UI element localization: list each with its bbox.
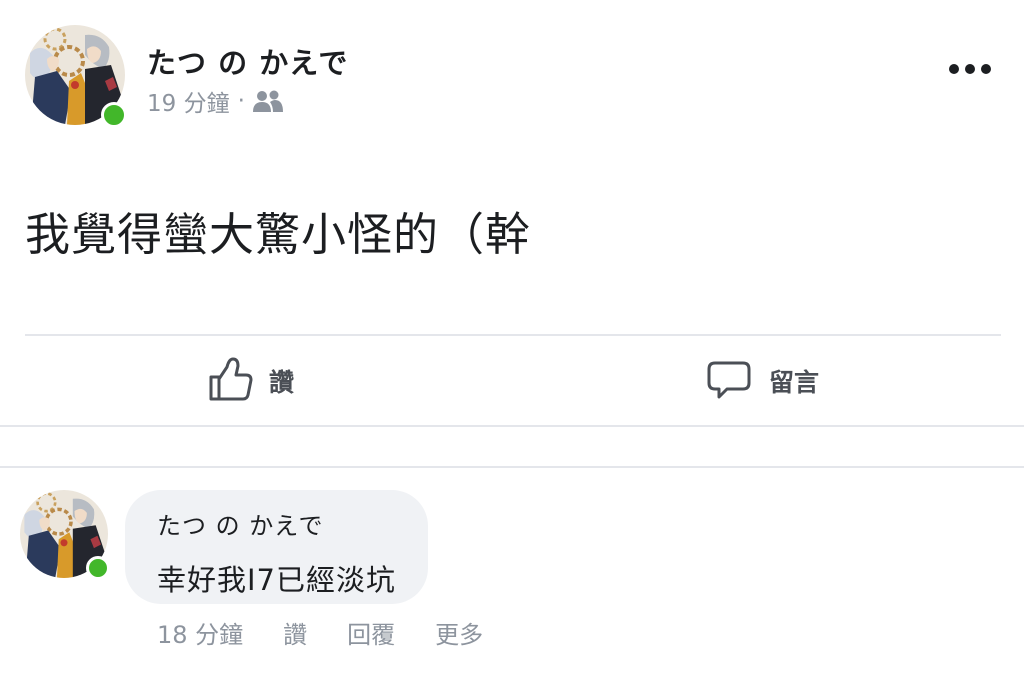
comment-like-link[interactable]: 讚 — [283, 615, 307, 650]
meta-separator: · — [237, 88, 245, 114]
section-separator — [0, 425, 1024, 468]
post-author-name[interactable]: たつ の かえで — [147, 40, 348, 82]
facebook-post-page: たつ の かえで 19 分鐘 · 我覺得蠻大驚小怪的（幹 讚 留言 たつ の か… — [0, 0, 1024, 697]
comment-button-label: 留言 — [769, 368, 820, 397]
comment-more-link[interactable]: 更多 — [435, 615, 483, 650]
post-body-text: 我覺得蠻大驚小怪的（幹 — [25, 208, 532, 261]
online-status-indicator — [86, 556, 110, 580]
comment-actions: 18 分鐘 讚 回覆 更多 — [157, 615, 483, 650]
friends-icon — [252, 90, 283, 112]
comment-author-name[interactable]: たつ の かえで — [157, 506, 396, 541]
post-options-button[interactable] — [942, 54, 998, 84]
action-bar-divider — [25, 334, 1001, 336]
comment-timestamp[interactable]: 18 分鐘 — [157, 615, 243, 650]
comment-reply-link[interactable]: 回覆 — [347, 615, 395, 650]
like-button[interactable]: 讚 — [205, 350, 294, 412]
comment-text: 幸好我I7已經淡坑 — [157, 563, 397, 597]
thumbs-up-icon — [205, 355, 253, 407]
more-horizontal-icon — [948, 60, 992, 79]
comment-icon — [705, 355, 753, 407]
post-author-avatar[interactable] — [25, 25, 127, 128]
comment-author-avatar[interactable] — [20, 490, 110, 580]
comment-bubble: たつ の かえで 幸好我I7已經淡坑 — [125, 490, 429, 604]
online-status-indicator — [101, 102, 127, 128]
comment-button[interactable]: 留言 — [705, 350, 819, 412]
post-timestamp[interactable]: 19 分鐘 — [147, 84, 230, 118]
like-button-label: 讚 — [269, 368, 295, 397]
post-meta: 19 分鐘 · — [147, 84, 283, 118]
